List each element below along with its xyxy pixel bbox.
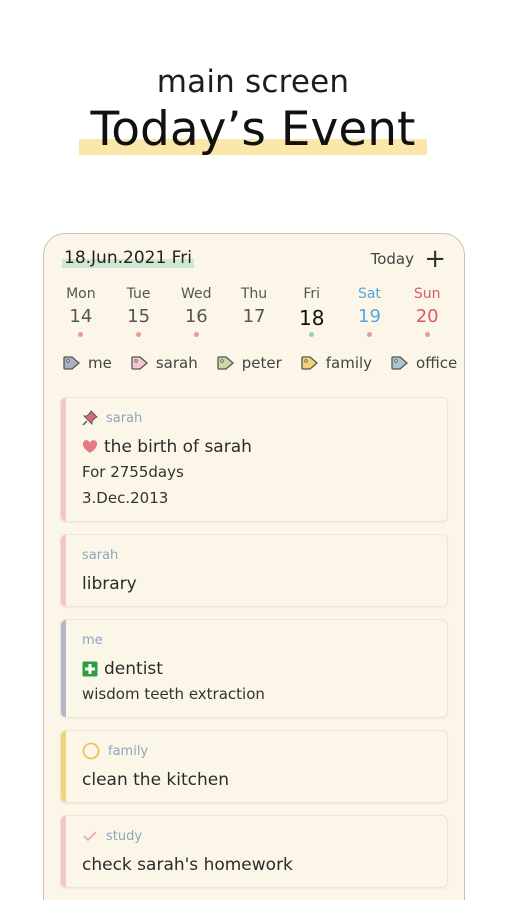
event-color-bar (61, 398, 66, 521)
calendar-header: 18.Jun.2021 Fri Today + (62, 244, 450, 274)
event-title: check sarah's homework (82, 853, 431, 877)
event-title-text: library (82, 574, 137, 594)
event-card[interactable]: family clean the kitchen (60, 730, 448, 803)
check-icon (82, 829, 98, 843)
medical-cross-icon (82, 661, 98, 677)
tag-label: office (416, 354, 458, 372)
event-detail: 3.Dec.2013 (82, 489, 169, 507)
event-category-label: sarah (82, 547, 119, 563)
today-button[interactable]: Today (371, 250, 414, 268)
day-date: 20 (415, 306, 439, 327)
day-tue[interactable]: Tue 15 (110, 286, 168, 346)
event-card[interactable]: me dentist wisdom teeth extraction (60, 619, 448, 718)
event-category-label: me (82, 632, 103, 648)
day-thu[interactable]: Thu 17 (225, 286, 283, 346)
tag-icon (130, 355, 156, 371)
event-color-bar (61, 620, 66, 717)
event-dot (136, 332, 142, 337)
pin-icon (82, 410, 98, 426)
day-fri[interactable]: Fri 18 (283, 286, 341, 346)
day-wed[interactable]: Wed 16 (167, 286, 225, 346)
tag-icon (62, 355, 88, 371)
event-detail: wisdom teeth extraction (82, 685, 265, 703)
tag-icon (390, 355, 416, 371)
circle-icon (82, 742, 100, 760)
day-date: 19 (358, 306, 381, 327)
day-name: Fri (303, 286, 321, 302)
event-title: clean the kitchen (82, 768, 431, 792)
event-category-label: study (106, 828, 143, 844)
day-date: 16 (184, 306, 208, 327)
event-detail: For 2755days (82, 463, 184, 481)
tag-label: family (325, 354, 373, 372)
event-title-text: dentist (104, 659, 163, 679)
phone-screen: 18.Jun.2021 Fri Today + Mon 14 Tue 15 Wed 16 T… (43, 233, 465, 900)
event-category: me (82, 630, 431, 650)
event-category: study (82, 826, 431, 846)
event-card[interactable]: sarah library (60, 534, 448, 607)
day-mon[interactable]: Mon 14 (52, 286, 110, 346)
tag-label: sarah (155, 354, 198, 372)
event-title-text: clean the kitchen (82, 770, 230, 790)
event-color-bar (61, 816, 66, 887)
tag-me[interactable]: me (62, 354, 112, 372)
day-name: Mon (66, 286, 96, 302)
event-list: sarah the birth of sarah For 2755days 3.Dec… (60, 397, 448, 900)
event-dot (424, 332, 430, 337)
event-dot (366, 332, 372, 337)
promo-subtitle: main screen (156, 64, 350, 100)
day-name: Tue (126, 286, 151, 302)
day-name: Wed (181, 286, 212, 302)
day-sat[interactable]: Sat 19 (341, 286, 399, 346)
event-color-bar (61, 535, 66, 606)
tag-icon (300, 355, 326, 371)
day-date: 18 (299, 306, 325, 330)
week-strip: Mon 14 Tue 15 Wed 16 Thu 17 Fri 18 Sat 19 Sun 20 (52, 286, 456, 346)
promo-title: Today’s Event (78, 102, 428, 157)
event-dot (193, 332, 199, 337)
event-color-bar (61, 731, 66, 802)
event-title: the birth of sarah (82, 435, 431, 459)
day-date: 17 (242, 306, 266, 327)
tag-icon (216, 355, 242, 371)
event-category: family (82, 741, 431, 761)
event-category-label: sarah (106, 410, 143, 426)
event-title-text: the birth of sarah (104, 437, 252, 457)
day-name: Sun (413, 286, 441, 302)
tag-label: me (88, 354, 112, 372)
tag-peter[interactable]: peter (216, 354, 282, 372)
event-card[interactable]: sarah the birth of sarah For 2755days 3.Dec… (60, 397, 448, 522)
day-date: 14 (69, 306, 93, 327)
event-title: library (82, 572, 431, 596)
event-title-text: check sarah's homework (82, 855, 293, 875)
heart-icon (82, 440, 98, 454)
tag-family[interactable]: family (300, 354, 372, 372)
tag-label: peter (241, 354, 282, 372)
current-date[interactable]: 18.Jun.2021 Fri (62, 248, 194, 268)
event-dot (309, 332, 315, 337)
day-name: Thu (240, 286, 268, 302)
event-dot (78, 332, 84, 337)
day-date: 15 (127, 306, 151, 327)
plus-icon[interactable]: + (424, 244, 446, 274)
event-category: sarah (82, 545, 431, 565)
tag-sarah[interactable]: sarah (130, 354, 198, 372)
day-name: Sat (357, 286, 381, 302)
event-title: dentist (82, 657, 431, 681)
event-category-label: family (108, 743, 149, 759)
tag-filter-bar: me sarah peter family office (62, 354, 464, 380)
event-card[interactable]: study check sarah's homework (60, 815, 448, 888)
event-category: sarah (82, 408, 431, 428)
tag-office[interactable]: office (390, 354, 457, 372)
day-sun[interactable]: Sun 20 (398, 286, 456, 346)
event-dot (252, 332, 257, 337)
